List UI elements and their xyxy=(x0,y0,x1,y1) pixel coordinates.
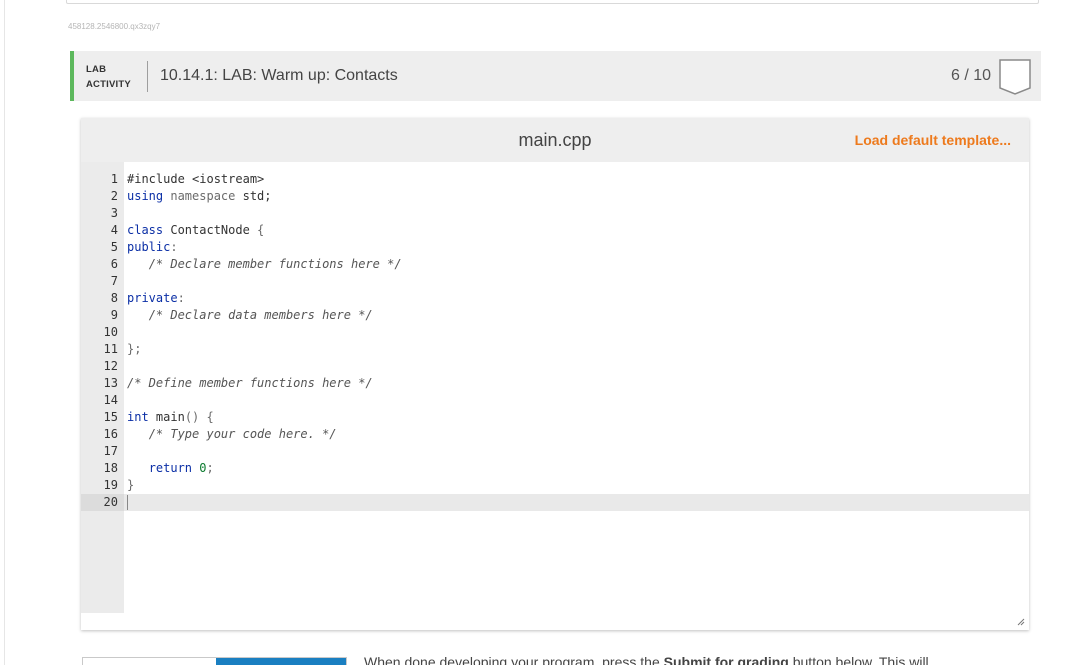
left-divider xyxy=(4,0,5,665)
code-line[interactable]: 12 xyxy=(81,358,1029,375)
code-line[interactable]: 4 class ContactNode { xyxy=(81,222,1029,239)
previous-section-box xyxy=(66,0,1039,4)
lab-activity-header: LAB ACTIVITY 10.14.1: LAB: Warm up: Cont… xyxy=(70,51,1041,101)
lab-activity-tag: LAB ACTIVITY xyxy=(86,62,131,92)
code-content: public: xyxy=(127,240,178,254)
code-content: }; xyxy=(127,342,142,356)
code-line[interactable]: 13 /* Define member functions here */ xyxy=(81,375,1029,392)
line-number: 18 xyxy=(103,461,118,475)
code-content: } xyxy=(127,478,135,492)
line-number: 16 xyxy=(103,427,118,441)
line-number: 7 xyxy=(110,274,118,288)
code-content: /* Define member functions here */ xyxy=(127,376,373,390)
code-line[interactable]: 14 xyxy=(81,392,1029,409)
code-line[interactable]: 3 xyxy=(81,205,1029,222)
code-content: /* Type your code here. */ xyxy=(148,427,337,441)
line-number: 11 xyxy=(103,342,118,356)
code-content: /* Declare data members here */ xyxy=(148,308,373,322)
lab-title: 10.14.1: LAB: Warm up: Contacts xyxy=(160,67,398,84)
code-line[interactable]: 7 xyxy=(81,273,1029,290)
lab-tag-line1: LAB xyxy=(86,64,107,75)
session-id: 458128.2546800.qx3zqy7 xyxy=(68,22,161,31)
code-line[interactable]: 17 xyxy=(81,443,1029,460)
shield-badge-icon xyxy=(999,59,1031,95)
code-line[interactable]: 16 /* Type your code here. */ xyxy=(81,426,1029,443)
line-number: 13 xyxy=(103,376,118,390)
load-default-template-link[interactable]: Load default template... xyxy=(855,132,1011,148)
line-number: 9 xyxy=(110,308,118,322)
code-line[interactable]: 6 /* Declare member functions here */ xyxy=(81,256,1029,273)
code-text-area[interactable]: 1 #include <iostream> 2 using namespace std… xyxy=(81,171,1029,511)
line-number: 15 xyxy=(103,410,118,424)
submit-mode-toggle[interactable] xyxy=(82,657,347,665)
code-content xyxy=(127,494,128,511)
resize-grip-icon[interactable] xyxy=(1016,617,1025,626)
text-cursor xyxy=(127,495,128,510)
editor-header: main.cpp Load default template... xyxy=(81,118,1029,162)
line-number: 20 xyxy=(81,494,124,511)
line-number: 1 xyxy=(110,172,118,186)
line-number: 8 xyxy=(110,291,118,305)
code-line[interactable]: 18 return 0; xyxy=(81,460,1029,477)
code-content: /* Declare member functions here */ xyxy=(148,257,402,271)
submit-mode-active-segment[interactable] xyxy=(216,658,346,665)
line-number: 6 xyxy=(110,257,118,271)
line-number: 4 xyxy=(110,223,118,237)
code-line[interactable]: 2 using namespace std; xyxy=(81,188,1029,205)
line-number: 14 xyxy=(103,393,118,407)
page: 458128.2546800.qx3zqy7 LAB ACTIVITY 10.1… xyxy=(0,0,1082,665)
code-line[interactable]: 8 private: xyxy=(81,290,1029,307)
line-number: 3 xyxy=(110,206,118,220)
code-content: class ContactNode { xyxy=(127,223,265,237)
line-number: 10 xyxy=(103,325,118,339)
code-line[interactable]: 15 int main() { xyxy=(81,409,1029,426)
code-editor: main.cpp Load default template... 1 #incl… xyxy=(81,118,1029,630)
code-content: return 0; xyxy=(148,461,214,475)
code-line[interactable]: 19} xyxy=(81,477,1029,494)
code-line[interactable]: 11}; xyxy=(81,341,1029,358)
code-line[interactable]: 5 public: xyxy=(81,239,1029,256)
code-line[interactable]: 20 xyxy=(81,494,1029,511)
line-number: 5 xyxy=(110,240,118,254)
code-content: private: xyxy=(127,291,185,305)
code-line[interactable]: 10 xyxy=(81,324,1029,341)
line-number: 12 xyxy=(103,359,118,373)
lab-tag-line2: ACTIVITY xyxy=(86,79,131,90)
code-content: int main() { xyxy=(127,410,214,424)
code-content: #include <iostream> xyxy=(127,172,265,186)
line-number: 2 xyxy=(110,189,118,203)
score-label: 6 / 10 xyxy=(950,67,991,84)
instruction-text: When done developing your program, press… xyxy=(364,654,929,665)
submit-for-grading-label: Submit for grading xyxy=(663,654,789,665)
line-number: 17 xyxy=(103,444,118,458)
code-line[interactable]: 1 #include <iostream> xyxy=(81,171,1029,188)
header-separator xyxy=(147,61,148,92)
code-content: using namespace std; xyxy=(127,189,272,203)
line-number: 19 xyxy=(103,478,118,492)
code-line[interactable]: 9 /* Declare data members here */ xyxy=(81,307,1029,324)
